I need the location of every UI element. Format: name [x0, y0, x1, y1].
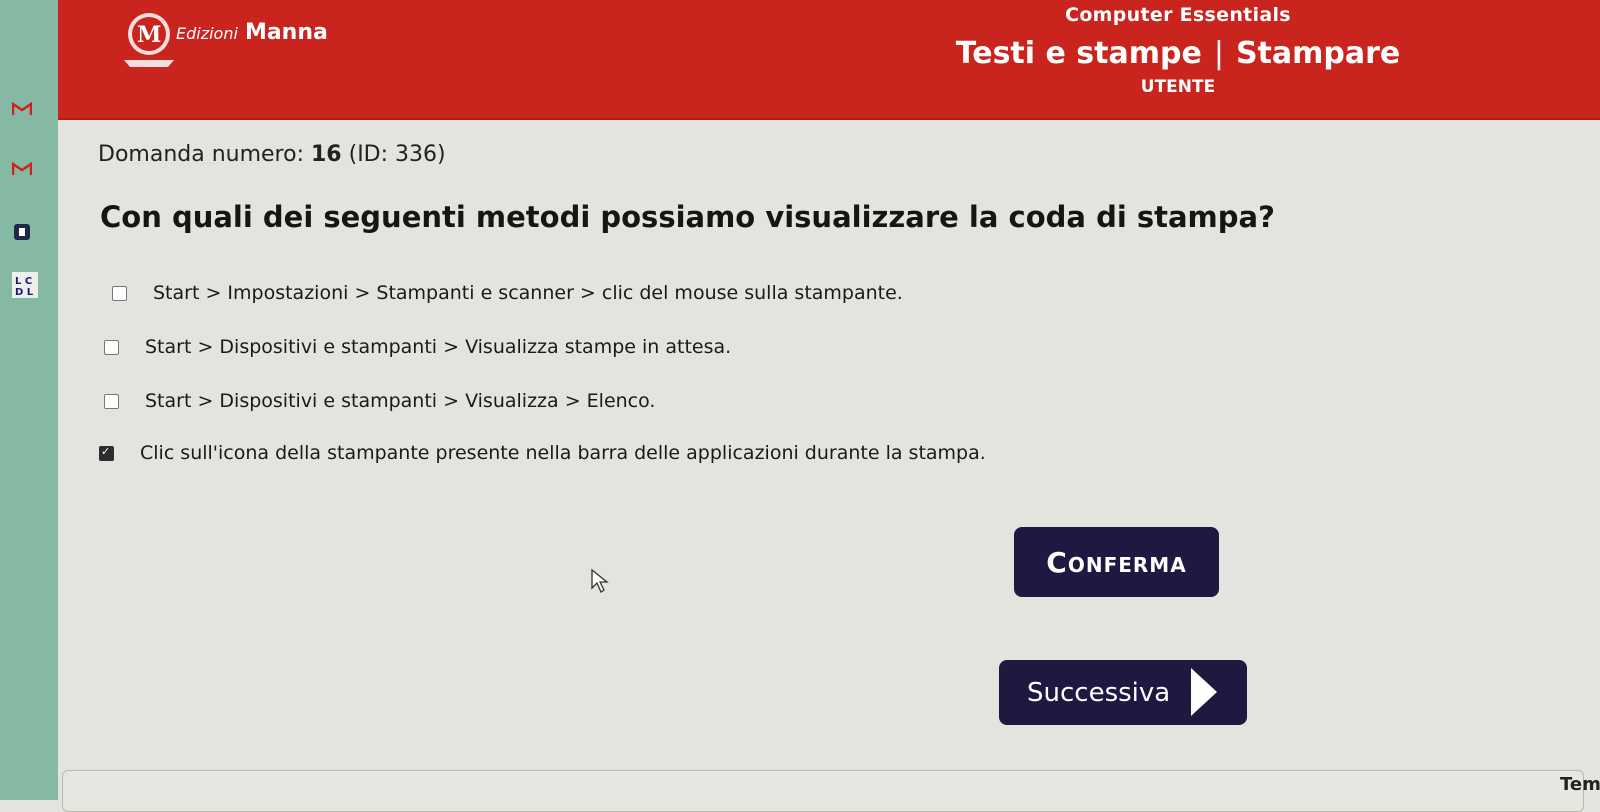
app-icon[interactable]: L CD L: [12, 272, 38, 303]
question-number-label: Domanda numero:: [98, 142, 304, 167]
module-left: Testi e stampe: [955, 36, 1202, 71]
site-header: M Edizioni Manna Computer Essentials Tes…: [58, 0, 1600, 120]
mouse-cursor-icon: [590, 568, 612, 598]
answer-checkbox[interactable]: [112, 285, 127, 301]
question-id: (ID: 336): [348, 142, 446, 167]
answer-label: Start > Dispositivi e stampanti > Visual…: [145, 336, 732, 358]
question-number-value: 16: [310, 142, 342, 167]
answer-option-3[interactable]: Start > Dispositivi e stampanti > Visual…: [104, 390, 655, 412]
svg-text:L C: L C: [15, 276, 32, 287]
confirm-button[interactable]: Conferma: [1014, 527, 1219, 597]
next-button[interactable]: Successiva: [999, 660, 1247, 725]
question-text: Con quali dei seguenti metodi possiamo v…: [100, 200, 1275, 234]
answer-checkbox[interactable]: [104, 339, 119, 355]
module-title: Testi e stampe | Stampare: [918, 36, 1438, 71]
question-number: Domanda numero: 16 (ID: 336): [98, 142, 446, 167]
bookmark-icon[interactable]: [12, 222, 32, 247]
answer-label: Clic sull'icona della stampante presente…: [140, 442, 986, 464]
gmail-icon[interactable]: [11, 160, 33, 181]
answer-checkbox-checked[interactable]: [99, 445, 114, 461]
answer-option-2[interactable]: Start > Dispositivi e stampanti > Visual…: [104, 336, 731, 358]
left-sidebar-strip: L CD L: [0, 0, 58, 800]
play-arrow-icon: [1191, 668, 1217, 716]
answer-option-4[interactable]: Clic sull'icona della stampante presente…: [99, 442, 986, 464]
gmail-icon[interactable]: [11, 100, 33, 121]
answer-checkbox[interactable]: [104, 393, 119, 409]
module-separator: |: [1213, 36, 1224, 71]
course-title: Computer Essentials: [1065, 4, 1291, 26]
next-button-label: Successiva: [1027, 677, 1171, 708]
header-titles: Computer Essentials Testi e stampe | Stamp…: [918, 4, 1438, 97]
module-right: Stampare: [1235, 36, 1401, 71]
bottom-panel: [62, 770, 1584, 812]
brand-italic: Edizioni: [176, 23, 238, 43]
svg-text:M: M: [137, 22, 161, 48]
brand-name: Edizioni Manna: [176, 20, 328, 45]
timer-label-partial: Tem: [1560, 774, 1600, 795]
svg-text:D L: D L: [15, 287, 34, 298]
logo-icon: M: [120, 10, 174, 67]
user-role: UTENTE: [1140, 77, 1216, 97]
answer-label: Start > Dispositivi e stampanti > Visual…: [145, 390, 656, 412]
brand-bold: Manna: [244, 19, 328, 45]
answer-option-1[interactable]: Start > Impostazioni > Stampanti e scann…: [112, 282, 903, 304]
logo[interactable]: M Edizioni Manna: [120, 10, 328, 67]
answer-label: Start > Impostazioni > Stampanti e scann…: [153, 282, 903, 304]
